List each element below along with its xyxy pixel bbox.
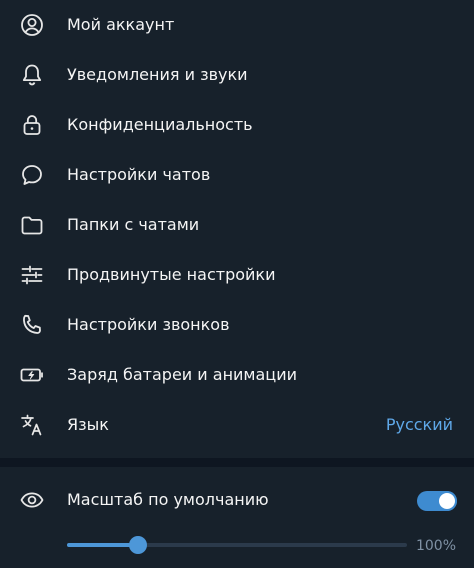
menu-item-label: Папки с чатами [67,215,200,234]
chat-bubble-icon [19,162,45,188]
menu-item-battery-animations[interactable]: Заряд батареи и анимации [0,350,474,400]
slider-fill [67,543,138,547]
phone-icon [19,312,45,338]
default-scale-label: Масштаб по умолчанию [67,490,269,509]
scale-value: 100% [415,538,456,554]
menu-item-label: Заряд батареи и анимации [67,365,297,384]
translate-icon [19,412,45,438]
menu-item-privacy[interactable]: Конфиденциальность [0,100,474,150]
scale-slider[interactable] [67,535,407,555]
eye-icon [19,487,45,513]
menu-item-call-settings[interactable]: Настройки звонков [0,300,474,350]
settings-menu: Мой аккаунт Уведомления и звуки Конфиден… [0,0,474,458]
menu-item-label: Настройки чатов [67,165,211,184]
battery-icon [19,362,45,388]
menu-item-label: Язык [67,415,109,434]
slider-thumb[interactable] [129,536,147,554]
menu-item-chat-settings[interactable]: Настройки чатов [0,150,474,200]
menu-item-chat-folders[interactable]: Папки с чатами [0,200,474,250]
menu-item-label: Мой аккаунт [67,15,175,34]
menu-item-label: Конфиденциальность [67,115,253,134]
account-circle-icon [19,12,45,38]
menu-item-label: Уведомления и звуки [67,65,248,84]
bell-icon [19,62,45,88]
menu-item-label: Настройки звонков [67,315,230,334]
default-scale-row[interactable]: Масштаб по умолчанию [0,467,474,533]
default-scale-toggle[interactable] [417,491,457,511]
sliders-icon [19,262,45,288]
language-value: Русский [385,415,453,434]
menu-item-my-account[interactable]: Мой аккаунт [0,0,474,50]
lock-icon [19,112,45,138]
scale-section: Масштаб по умолчанию 100% [0,467,474,568]
menu-item-label: Продвинутые настройки [67,265,276,284]
menu-item-language[interactable]: Язык Русский [0,400,474,450]
folder-icon [19,212,45,238]
menu-item-notifications[interactable]: Уведомления и звуки [0,50,474,100]
toggle-knob [439,493,455,509]
menu-item-advanced-settings[interactable]: Продвинутые настройки [0,250,474,300]
section-divider [0,458,474,467]
